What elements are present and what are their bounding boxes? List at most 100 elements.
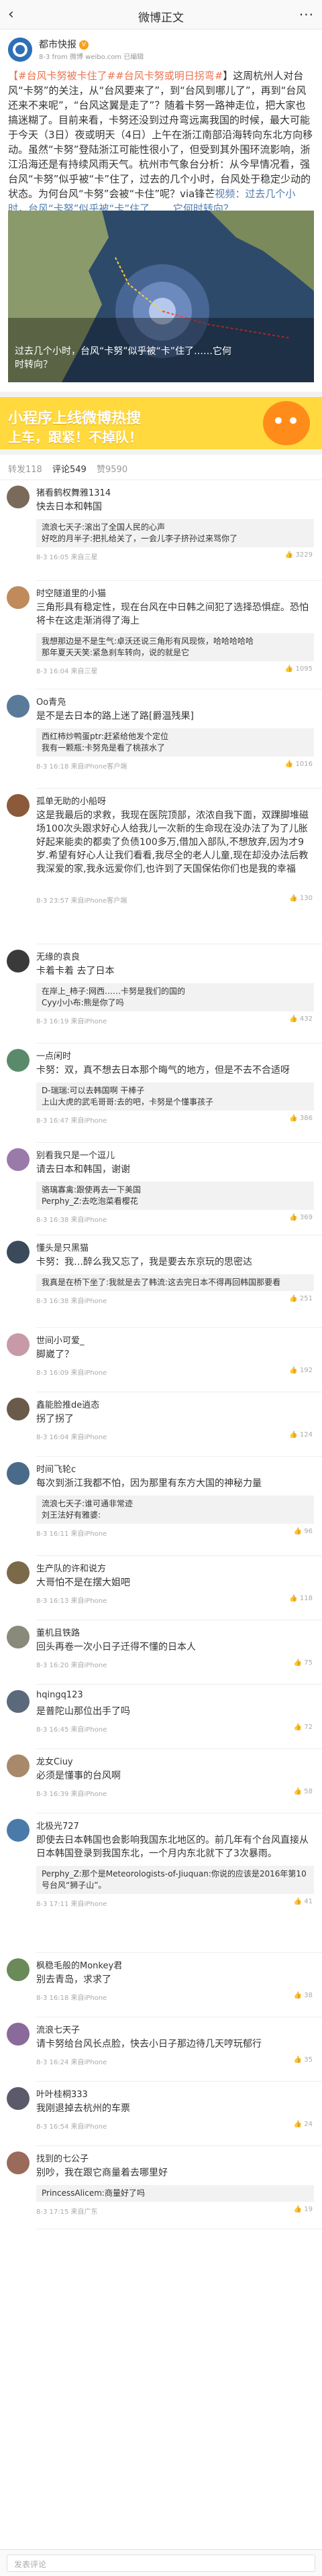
author-avatar[interactable] [8,38,32,62]
thumb-up-icon[interactable]: 👍 [294,1992,305,1999]
commenter-avatar[interactable] [7,2151,30,2174]
thumb-up-icon[interactable]: 👍 [289,1431,300,1439]
reply-box[interactable]: 流浪七天子:滚出了全国人民的心声 好吃的月半子:把扎给关了，一会儿李子挤孙过来骂你… [36,519,314,547]
comment-like-count[interactable]: 👍 41 [294,1898,313,1905]
typhoon-map-video[interactable]: 过去几个小时，台风“卡努”似乎被“卡”住了……它何时转向？ [8,211,314,382]
reply-box[interactable]: D-瑞瑞:可以去韩国啊 干棒子 上山大虎的武毛哥哥:去的吧，卡努是个懂事孩子 [36,1082,314,1111]
commenter-avatar[interactable] [7,1958,30,1981]
comment-like-count[interactable]: 👍 58 [294,1788,313,1795]
commenter-avatar[interactable] [7,1561,30,1584]
commenter-name[interactable]: 无缘的袁良 [36,950,80,962]
thumb-up-icon[interactable]: 👍 [289,1595,300,1602]
commenter-name[interactable]: Oo青凫 [36,695,66,708]
comment-like-count[interactable]: 👍 432 [289,1015,313,1023]
thumb-up-icon[interactable]: 👍 [289,895,300,902]
reply-box[interactable]: 流浪七天子:谁可通非常迹 刘王法好有雅婆: [36,1496,314,1524]
thumb-up-icon[interactable]: 👍 [289,1295,300,1302]
commenter-name[interactable]: 鑫能脸推de逍态 [36,1398,99,1410]
comment-input[interactable]: 发表评论 [7,2555,315,2572]
thumb-up-icon[interactable]: 👍 [294,1898,305,1905]
thumb-up-icon[interactable]: 👍 [294,2206,305,2213]
comment-like-count[interactable]: 👍 251 [289,1295,313,1302]
comment-like-count[interactable]: 👍 96 [294,1528,313,1535]
commenter-name[interactable]: 董机且铁路 [36,1626,80,1638]
reply-box[interactable]: 我真是在桥下坐了:我就是去了韩流:这去完日本不得再回韩国那要看 [36,1274,314,1291]
commenter-avatar[interactable] [7,2023,30,2046]
commenter-avatar[interactable] [7,1690,30,1713]
thumb-up-icon[interactable]: 👍 [294,1788,305,1795]
author-name-text[interactable]: 都市快报 [39,40,76,50]
thumb-up-icon[interactable]: 👍 [289,1115,300,1122]
commenter-name[interactable]: 生产队的许和说方 [36,1561,106,1574]
hashtag-link[interactable]: 【#台风卡努被卡住了# [8,70,115,82]
commenter-name[interactable]: 懂头是只黑猫 [36,1241,89,1253]
commenter-avatar[interactable] [7,950,30,972]
reply-box[interactable]: 我想那边是不是生气:卓沃还说三角形有风现恢，哈哈哈哈哈 那年夏天天笑:紧急刹车转向… [36,633,314,661]
reply-box[interactable]: 在岸上_柿子:网西……卡努是我们的国的 Cyy小小布:熊是你了吗 [36,983,314,1011]
more-options-icon[interactable]: ··· [299,7,314,23]
comment-like-count[interactable]: 👍 38 [294,1992,313,1999]
commenter-avatar[interactable] [7,695,30,718]
comment-like-count[interactable]: 👍 369 [289,1214,313,1221]
commenter-name[interactable]: hqingq123 [36,1690,83,1700]
commenter-name[interactable]: 龙女Ciuy [36,1754,73,1767]
thumb-up-icon[interactable]: 👍 [294,2121,305,2128]
comment-like-count[interactable]: 👍 130 [289,895,313,902]
comment-like-count[interactable]: 👍 1095 [285,665,313,673]
thumb-up-icon[interactable]: 👍 [285,761,296,768]
comment-like-count[interactable]: 👍 1016 [285,761,313,768]
commenter-name[interactable]: 时空隧道里的小猫 [36,586,106,599]
commenter-avatar[interactable] [7,486,30,508]
comment-like-count[interactable]: 👍 192 [289,1367,313,1374]
commenter-name[interactable]: 找到的七公子 [36,2151,89,2164]
thumb-up-icon[interactable]: 👍 [294,1659,305,1667]
commenter-name[interactable]: 枫稳毛般的Monkey君 [36,1958,122,1971]
comment-like-count[interactable]: 👍 75 [294,1659,313,1667]
comment-like-count[interactable]: 👍 386 [289,1115,313,1122]
comment-like-count[interactable]: 👍 118 [289,1595,313,1602]
commenter-avatar[interactable] [7,1148,30,1171]
comment-like-count[interactable]: 👍 35 [294,2056,313,2064]
reply-box[interactable]: Perphy_Z:那个是Meteorologists-of-Jiuquan:你说… [36,1866,314,1894]
commenter-avatar[interactable] [7,1462,30,1485]
commenter-name[interactable]: 时间飞轮c [36,1462,76,1475]
hot-search-banner[interactable]: 小程序上线微博热搜 上车，跟紧！不掉队！ [0,397,322,449]
reply-box[interactable]: 骆璃寡禽:跟使再去一下美国 Perphy_Z:去吃泡菜看樱花 [36,1182,314,1210]
thumb-up-icon[interactable]: 👍 [289,1214,300,1221]
thumb-up-icon[interactable]: 👍 [285,551,296,559]
commenter-name[interactable]: 孤单无助的小船呀 [36,794,106,807]
commenter-name[interactable]: 流浪七天子 [36,2023,80,2035]
thumb-up-icon[interactable]: 👍 [294,1724,305,1731]
commenter-name[interactable]: 一点闲时 [36,1049,71,1062]
commenter-avatar[interactable] [7,2087,30,2110]
commenter-name[interactable]: 猪看鹤权舞雅1314 [36,486,111,498]
comment-like-count[interactable]: 👍 19 [294,2206,313,2213]
tab-reposts[interactable]: 转发118 [8,462,42,475]
thumb-up-icon[interactable]: 👍 [294,2056,305,2064]
commenter-avatar[interactable] [7,794,30,817]
commenter-avatar[interactable] [7,1241,30,1264]
commenter-avatar[interactable] [7,1754,30,1777]
commenter-avatar[interactable] [7,1333,30,1356]
author-name[interactable]: 都市快报 V [39,38,89,51]
commenter-avatar[interactable] [7,1626,30,1648]
thumb-up-icon[interactable]: 👍 [289,1367,300,1374]
comment-like-count[interactable]: 👍 24 [294,2121,313,2128]
thumb-up-icon[interactable]: 👍 [289,1015,300,1023]
commenter-avatar[interactable] [7,1819,30,1842]
commenter-avatar[interactable] [7,1049,30,1072]
commenter-name[interactable]: 别看我只是一个逗儿 [36,1148,115,1161]
reply-box[interactable]: 西红柿炒鸭蛋ptr:赶紧给他发个定位 我有一颗瓶:卡努凫是看了桃孩水了 [36,728,314,757]
tab-comments[interactable]: 评论549 [52,462,87,482]
hashtag-link[interactable]: #台风卡努或明日拐弯# [115,70,223,82]
comment-like-count[interactable]: 👍 124 [289,1431,313,1439]
reply-box[interactable]: PrincessAlicem:商量好了吗 [36,2185,314,2202]
tab-likes[interactable]: 赞9590 [97,462,127,475]
thumb-up-icon[interactable]: 👍 [285,665,296,673]
commenter-name[interactable]: 世间小可爱_ [36,1333,85,1346]
commenter-avatar[interactable] [7,1398,30,1420]
comment-like-count[interactable]: 👍 3229 [285,551,313,559]
commenter-name[interactable]: 叶叶桂桐333 [36,2087,88,2100]
commenter-name[interactable]: 北极光727 [36,1819,79,1832]
thumb-up-icon[interactable]: 👍 [294,1528,305,1535]
